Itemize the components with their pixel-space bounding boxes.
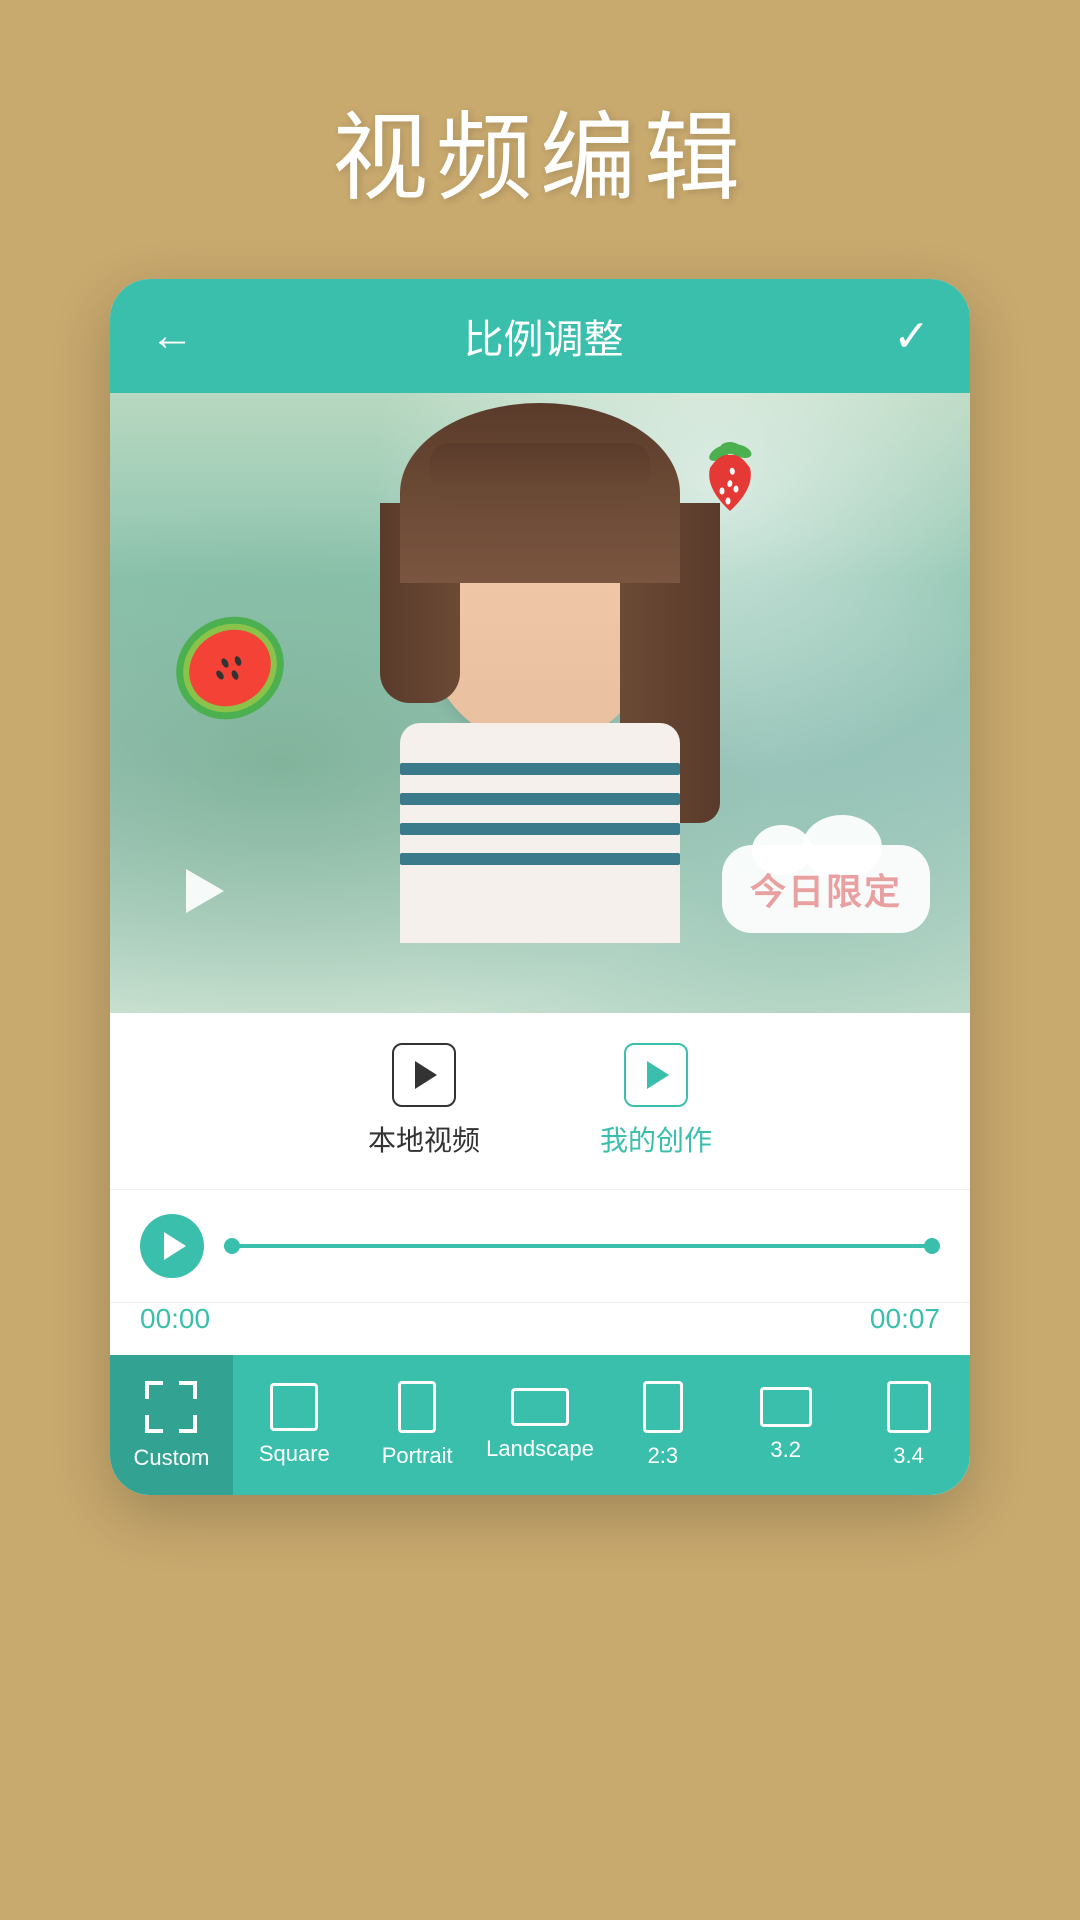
corner-tr: [179, 1381, 197, 1399]
ratio-landscape-button[interactable]: Landscape: [479, 1355, 602, 1495]
ratio-square-label: Square: [259, 1441, 330, 1467]
stripe: [400, 823, 680, 835]
end-time-label: 00:07: [870, 1303, 940, 1335]
play-icon-teal: [647, 1061, 669, 1089]
stripe: [400, 763, 680, 775]
my-creation-button[interactable]: 我的创作: [600, 1043, 712, 1159]
cloud-shape: 今日限定: [722, 845, 930, 933]
ratio-23-box: [643, 1381, 683, 1433]
timeline-track[interactable]: [224, 1226, 940, 1266]
app-header: ← 比例调整 ✓: [110, 279, 970, 393]
ratio-custom-label: Custom: [134, 1445, 210, 1471]
video-source-row: 本地视频 我的创作: [110, 1043, 970, 1190]
square-box: [270, 1383, 318, 1431]
my-creation-label: 我的创作: [600, 1119, 712, 1159]
timeline-handle-left[interactable]: [224, 1238, 240, 1254]
play-btn-overlay: [170, 859, 234, 923]
timeline-play-button[interactable]: [140, 1214, 204, 1278]
ratio-34-icon: [887, 1381, 931, 1433]
aspect-ratio-bar: Custom Square Portrait: [110, 1355, 970, 1495]
ratio-23-icon: [643, 1381, 683, 1433]
ratio-custom-button[interactable]: Custom: [110, 1355, 233, 1495]
local-video-button[interactable]: 本地视频: [368, 1043, 480, 1159]
ratio-portrait-icon: [398, 1381, 436, 1433]
ratio-32-box: [760, 1387, 812, 1427]
bangs: [430, 443, 650, 523]
app-card: ← 比例调整 ✓: [110, 279, 970, 1495]
play-overlay-button[interactable]: [170, 859, 234, 923]
corner-bl: [145, 1415, 163, 1433]
sticker-strawberry: [690, 433, 770, 523]
timeline-handle-right[interactable]: [924, 1238, 940, 1254]
local-video-icon: [392, 1043, 456, 1107]
portrait-box: [398, 1381, 436, 1433]
play-icon-white: [164, 1232, 186, 1260]
ratio-landscape-icon: [511, 1388, 569, 1426]
header-title: 比例调整: [464, 307, 624, 365]
timeline-row: [110, 1190, 970, 1303]
ratio-23-button[interactable]: 2:3: [601, 1355, 724, 1495]
person-area: [330, 423, 750, 1003]
sticker-cloud: 今日限定: [722, 845, 930, 933]
body: [400, 723, 680, 943]
ratio-square-icon: [270, 1383, 318, 1431]
ratio-23-label: 2:3: [648, 1443, 679, 1469]
ratio-34-label: 3.4: [893, 1443, 924, 1469]
landscape-box: [511, 1388, 569, 1426]
my-creation-icon: [624, 1043, 688, 1107]
video-preview: 今日限定: [110, 393, 970, 1013]
ratio-32-button[interactable]: 3.2: [724, 1355, 847, 1495]
ratio-32-icon: [760, 1387, 812, 1427]
ratio-square-button[interactable]: Square: [233, 1355, 356, 1495]
ratio-custom-icon: [143, 1379, 199, 1435]
play-triangle-icon: [186, 869, 224, 913]
ratio-34-box: [887, 1381, 931, 1433]
stripe: [400, 853, 680, 865]
corner-tl: [145, 1381, 163, 1399]
time-row: 00:00 00:07: [110, 1303, 970, 1355]
ratio-landscape-label: Landscape: [486, 1436, 594, 1462]
ratio-portrait-label: Portrait: [382, 1443, 453, 1469]
stripe: [400, 793, 680, 805]
ratio-32-label: 3.2: [770, 1437, 801, 1463]
expand-icon: [143, 1379, 199, 1435]
ratio-34-button[interactable]: 3.4: [847, 1355, 970, 1495]
page-title: 视频编辑: [332, 80, 748, 219]
sticker-watermelon: [170, 613, 290, 733]
play-icon: [415, 1061, 437, 1089]
bottom-panel: 本地视频 我的创作 00:00 00:07: [110, 1013, 970, 1495]
body-stripes: [400, 763, 680, 883]
local-video-label: 本地视频: [368, 1119, 480, 1159]
timeline-line: [224, 1244, 940, 1248]
corner-br: [179, 1415, 197, 1433]
confirm-button[interactable]: ✓: [893, 311, 930, 362]
face: [420, 443, 660, 743]
ratio-portrait-button[interactable]: Portrait: [356, 1355, 479, 1495]
cloud-text: 今日限定: [750, 863, 902, 915]
start-time-label: 00:00: [140, 1303, 210, 1335]
back-button[interactable]: ←: [150, 311, 194, 361]
